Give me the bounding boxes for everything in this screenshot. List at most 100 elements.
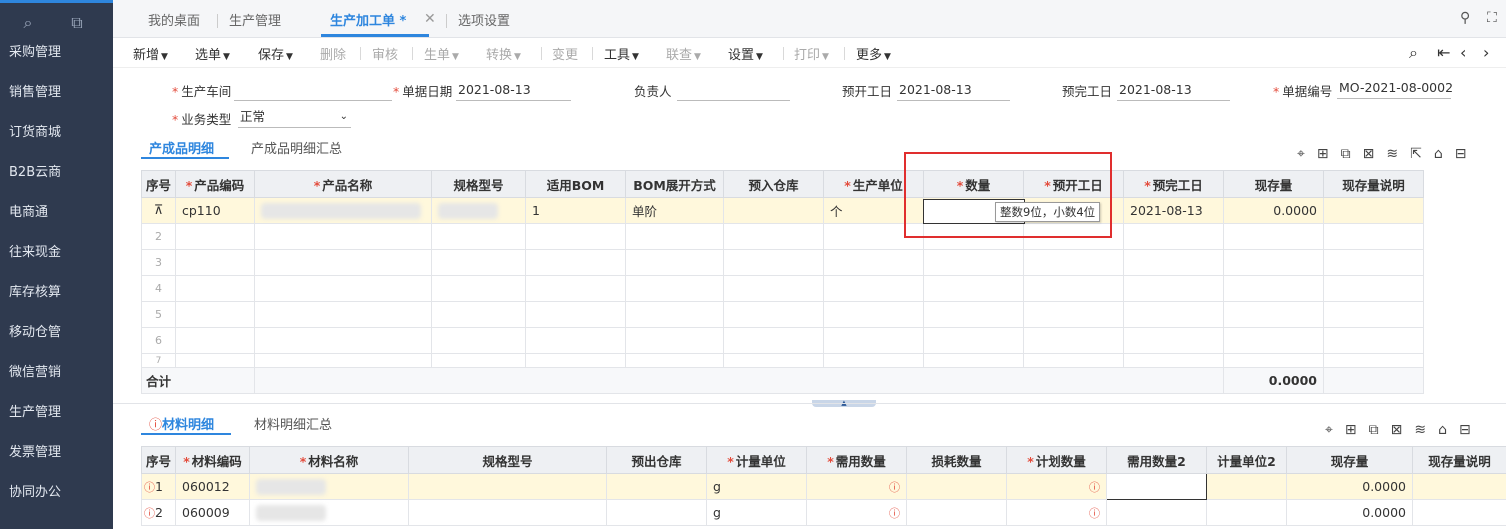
sidebar-item-order-mall[interactable]: 订货商城 [0,116,113,156]
bom-cell[interactable]: 1 [525,197,626,224]
next-record-icon[interactable]: › [1483,43,1489,62]
col-spec[interactable]: 规格型号 [431,170,526,198]
delete-row-icon[interactable]: ⊠ [1363,146,1387,162]
insert-row-icon[interactable]: ⊞ [1345,422,1369,438]
table-row[interactable]: 2 [141,223,1424,250]
stock-note-cell[interactable] [1412,473,1506,500]
table-row[interactable]: 4 [141,275,1424,302]
warehouse-icon[interactable]: ⌂ [1438,422,1459,438]
audit-button[interactable]: 审核 [372,44,398,63]
required-qty2-input[interactable] [1106,473,1207,500]
table-row[interactable]: 5 [141,301,1424,328]
doc-code-input[interactable]: MO-2021-08-0002 [1337,79,1453,99]
warehouse-icon[interactable]: ⌂ [1434,146,1455,162]
required-qty-cell[interactable]: ⓘ [806,473,907,500]
tab-close-icon[interactable]: ✕ [424,11,436,27]
unit-cell[interactable]: g [706,473,807,500]
query-button[interactable]: 联查 ▼ [666,44,701,63]
owner-field[interactable]: 负责人 [634,81,790,101]
table-row[interactable]: ⓘ1 060012 g ⓘ ⓘ 0.0000 [141,473,1506,500]
out-warehouse-cell[interactable] [606,499,707,526]
tab-production[interactable]: 生产管理 [229,12,281,34]
gen-button[interactable]: 生单 ▼ [424,44,459,63]
sidebar-item-office[interactable]: 协同办公 [0,476,113,516]
sidebar-item-b2b[interactable]: B2B云商 [0,156,113,196]
col-bom[interactable]: 适用BOM [525,170,626,198]
sidebar-item-purchase[interactable]: 采购管理 [0,36,113,76]
required-qty2-cell[interactable] [1106,499,1207,526]
prev-record-icon[interactable]: ‹ [1460,43,1466,62]
table-row[interactable]: 3 [141,249,1424,276]
col-stock[interactable]: 现存量 [1286,446,1413,474]
unit2-cell[interactable] [1206,473,1287,500]
sidebar-item-ecommerce[interactable]: 电商通 [0,196,113,236]
table-row[interactable]: 7 [141,353,1424,368]
convert-button[interactable]: 转换 ▼ [486,44,521,63]
product-code-cell[interactable]: cp110 [175,197,255,224]
col-stock[interactable]: 现存量 [1223,170,1324,198]
fullscreen-icon[interactable]: ⛶ [1487,10,1497,26]
stock-note-cell[interactable] [1323,197,1424,224]
tab-material-summary[interactable]: 材料明细汇总 [254,414,332,433]
insert-row-icon[interactable]: ⊞ [1317,146,1341,162]
unit-cell[interactable]: g [706,499,807,526]
save-button[interactable]: 保存 ▼ [258,44,293,63]
workshop-field[interactable]: * 生产车间 [172,81,392,101]
stock-cell[interactable]: 0.0000 [1286,499,1413,526]
locate-icon[interactable]: ⌖ [1297,146,1317,162]
copy-row-icon[interactable]: ⧉ [1369,422,1391,438]
col-bom-expand[interactable]: BOM展开方式 [625,170,724,198]
plan-qty-cell[interactable]: ⓘ [1006,473,1107,500]
start-date-field[interactable]: 预开工日 2021-08-13 [842,81,1010,101]
out-warehouse-cell[interactable] [606,473,707,500]
columns-icon[interactable]: ⊟ [1459,422,1483,438]
spec-cell[interactable] [408,499,607,526]
columns-icon[interactable]: ⊟ [1455,146,1479,162]
end-date-input[interactable]: 2021-08-13 [1117,81,1230,101]
in-warehouse-cell[interactable] [723,197,824,224]
col-required-qty[interactable]: * 需用数量 [806,446,907,474]
sidebar-item-mobile-wh[interactable]: 移动仓管 [0,316,113,356]
col-material-code[interactable]: * 材料编码 [175,446,250,474]
row-action-icon[interactable]: ⊼ [141,197,176,224]
tab-home[interactable]: 我的桌面 [148,12,200,34]
material-code-cell[interactable]: 060012 [175,473,250,500]
tab-product-detail[interactable]: 产成品明细 [149,138,214,157]
bom-expand-cell[interactable]: 单阶 [625,197,724,224]
col-spec[interactable]: 规格型号 [408,446,607,474]
sidebar-item-inventory[interactable]: 库存核算 [0,276,113,316]
biz-type-field[interactable]: * 业务类型 正常 ⌄ [172,109,351,128]
locate-icon[interactable]: ⌖ [1325,422,1345,438]
delete-button[interactable]: 删除 [320,44,346,63]
tools-button[interactable]: 工具 ▼ [604,44,639,63]
new-window-icon[interactable]: ⧉ [66,12,88,34]
unit2-cell[interactable] [1206,499,1287,526]
col-stock-note[interactable]: 现存量说明 [1323,170,1424,198]
date-field[interactable]: * 单据日期 2021-08-13 [393,81,571,101]
doc-code-field[interactable]: * 单据编号 MO-2021-08-0002 [1273,80,1453,100]
stock-cell[interactable]: 0.0000 [1286,473,1413,500]
col-end-date[interactable]: * 预完工日 [1123,170,1224,198]
batch-edit-icon[interactable]: ≋ [1414,422,1438,438]
tab-product-summary[interactable]: 产成品明细汇总 [251,138,342,157]
material-code-cell[interactable]: 060009 [175,499,250,526]
plan-qty-cell[interactable]: ⓘ [1006,499,1107,526]
spec-cell[interactable] [408,473,607,500]
col-product-code[interactable]: * 产品编码 [175,170,255,198]
stock-cell[interactable]: 0.0000 [1223,197,1324,224]
spec-cell[interactable] [431,197,526,224]
tab-work-order[interactable]: 生产加工单 * [330,12,406,34]
material-name-cell[interactable] [249,499,409,526]
sidebar-item-invoice[interactable]: 发票管理 [0,436,113,476]
table-row[interactable]: 6 [141,327,1424,354]
col-out-warehouse[interactable]: 预出仓库 [606,446,707,474]
batch-edit-icon[interactable]: ≋ [1386,146,1410,162]
table-row[interactable]: ⓘ2 060009 g ⓘ ⓘ 0.0000 [141,499,1506,526]
owner-input[interactable] [677,81,790,101]
more-button[interactable]: 更多 ▼ [856,44,891,63]
table-row[interactable]: ⊼ cp110 1 单阶 个 2021-08-13 0.0000 [141,197,1424,224]
first-record-icon[interactable]: ⇤ [1437,43,1450,62]
col-unit[interactable]: * 计量单位 [706,446,807,474]
col-required-qty2[interactable]: 需用数量2 [1106,446,1207,474]
col-material-name[interactable]: * 材料名称 [249,446,409,474]
